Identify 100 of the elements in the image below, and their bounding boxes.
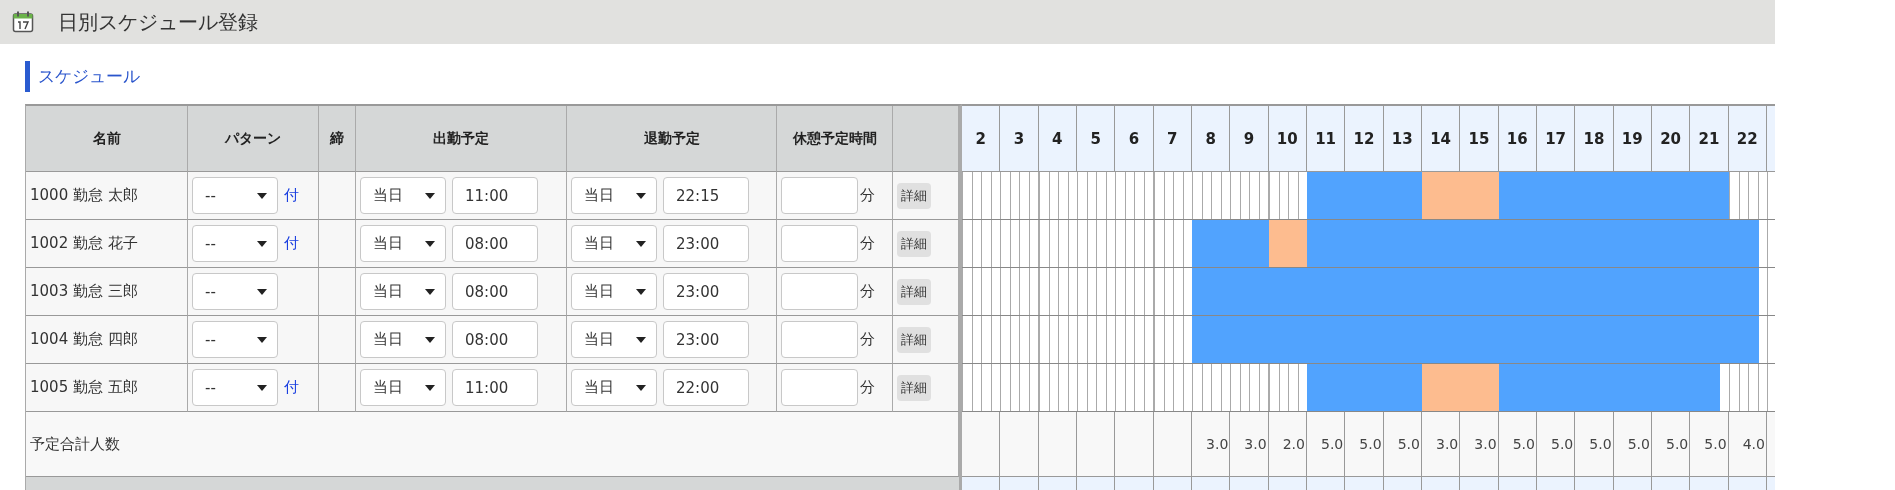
work-slot [1191,268,1231,315]
column-header: 名前 [26,106,188,172]
attach-link[interactable]: 付 [284,234,299,253]
caret-icon [257,288,267,295]
dropdown[interactable]: 当日 [360,273,446,310]
caret-icon [636,288,646,295]
detail-button[interactable]: 詳細 [897,230,931,257]
input-field[interactable] [781,369,858,406]
total-cell: 5.0 [1651,412,1691,477]
employee-name: 1005 勤怠 五郎 [26,364,188,412]
break-slot [1460,172,1499,219]
work-slot [1306,172,1346,219]
input-field[interactable] [781,177,858,214]
attach-link[interactable]: 付 [284,378,299,397]
input-field[interactable] [781,225,858,262]
total-cell: 5.0 [1345,412,1384,477]
dropdown[interactable]: 当日 [360,177,446,214]
attach-link[interactable]: 付 [284,186,299,205]
table-cell [1651,477,1691,490]
table-cell [1345,477,1384,490]
time-field[interactable]: 11:00 [452,177,538,214]
table-cell [1230,477,1269,490]
time-field[interactable]: 22:15 [663,177,749,214]
detail-button[interactable]: 詳細 [897,182,931,209]
caret-icon [257,384,267,391]
total-cell: 5.0 [1690,412,1729,477]
hour-header: 11 [1306,106,1346,172]
input-field[interactable] [781,321,858,358]
dropdown[interactable]: 当日 [360,321,446,358]
total-cell: 3.0 [1460,412,1499,477]
unit-label: 分 [860,282,875,301]
column-header: 休憩予定時間 [777,106,893,172]
calendar-icon [12,11,34,33]
hour-header: 6 [1115,106,1154,172]
work-slot [1690,172,1729,219]
time-field[interactable]: 11:00 [452,369,538,406]
input-field[interactable] [781,273,858,310]
dropdown[interactable]: 当日 [571,225,657,262]
time-field[interactable]: 22:00 [663,369,749,406]
time-field[interactable]: 23:00 [663,321,749,358]
break-slot [1268,220,1307,267]
dropdown[interactable]: -- [192,369,278,406]
dropdown[interactable]: -- [192,321,278,358]
dropdown[interactable]: 当日 [360,225,446,262]
work-slot [1191,220,1231,267]
work-slot [1498,172,1537,219]
total-label: 予定合計人数 [26,412,959,477]
table-cell [1038,477,1077,490]
unit-label: 分 [860,234,875,253]
caret-icon [636,240,646,247]
hour-header: 19 [1613,106,1652,172]
table-cell [1306,477,1346,490]
hour-header: 21 [1690,106,1729,172]
table-cell [1536,477,1576,490]
time-field[interactable]: 23:00 [663,273,749,310]
detail-button[interactable]: 詳細 [897,278,931,305]
dropdown[interactable]: 当日 [571,321,657,358]
total-cell: 5.0 [1613,412,1652,477]
work-slot [1498,364,1537,411]
detail-button[interactable]: 詳細 [897,326,931,353]
unit-label: 分 [860,186,875,205]
table-cell [1077,477,1116,490]
hour-header: 16 [1498,106,1537,172]
dropdown[interactable]: 当日 [571,369,657,406]
detail-button[interactable]: 詳細 [897,374,931,401]
dropdown[interactable]: 当日 [571,273,657,310]
dropdown[interactable]: -- [192,225,278,262]
hour-header: 2 [962,106,1001,172]
break-slot [1460,364,1499,411]
employee-name: 1004 勤怠 四郎 [26,316,188,364]
table-cell [1383,477,1422,490]
caret-icon [257,192,267,199]
time-field[interactable]: 08:00 [452,225,538,262]
hour-header: 13 [1383,106,1422,172]
employee-name: 1003 勤怠 三郎 [26,268,188,316]
dropdown[interactable]: -- [192,273,278,310]
unit-label: 分 [860,378,875,397]
table-cell [1421,477,1461,490]
dropdown[interactable]: -- [192,177,278,214]
section-title: スケジュール [38,65,140,88]
hour-header: 10 [1268,106,1307,172]
caret-icon [425,336,435,343]
employee-name: 1002 勤怠 花子 [26,220,188,268]
total-cell: 3.0 [1230,412,1269,477]
total-cell: 5.0 [1306,412,1346,477]
time-field[interactable]: 08:00 [452,321,538,358]
time-field[interactable]: 23:00 [663,225,749,262]
work-slot [1230,220,1269,267]
hour-header: 18 [1575,106,1614,172]
employee-name: 1000 勤怠 太郎 [26,172,188,220]
dropdown[interactable]: 当日 [360,369,446,406]
hour-header: 12 [1345,106,1384,172]
hour-header: 17 [1536,106,1576,172]
hour-header: 9 [1230,106,1269,172]
dropdown[interactable]: 当日 [571,177,657,214]
time-field[interactable]: 08:00 [452,273,538,310]
table-cell [1498,477,1537,490]
caret-icon [425,288,435,295]
column-header: パターン [188,106,319,172]
column-header: 出勤予定 [356,106,567,172]
